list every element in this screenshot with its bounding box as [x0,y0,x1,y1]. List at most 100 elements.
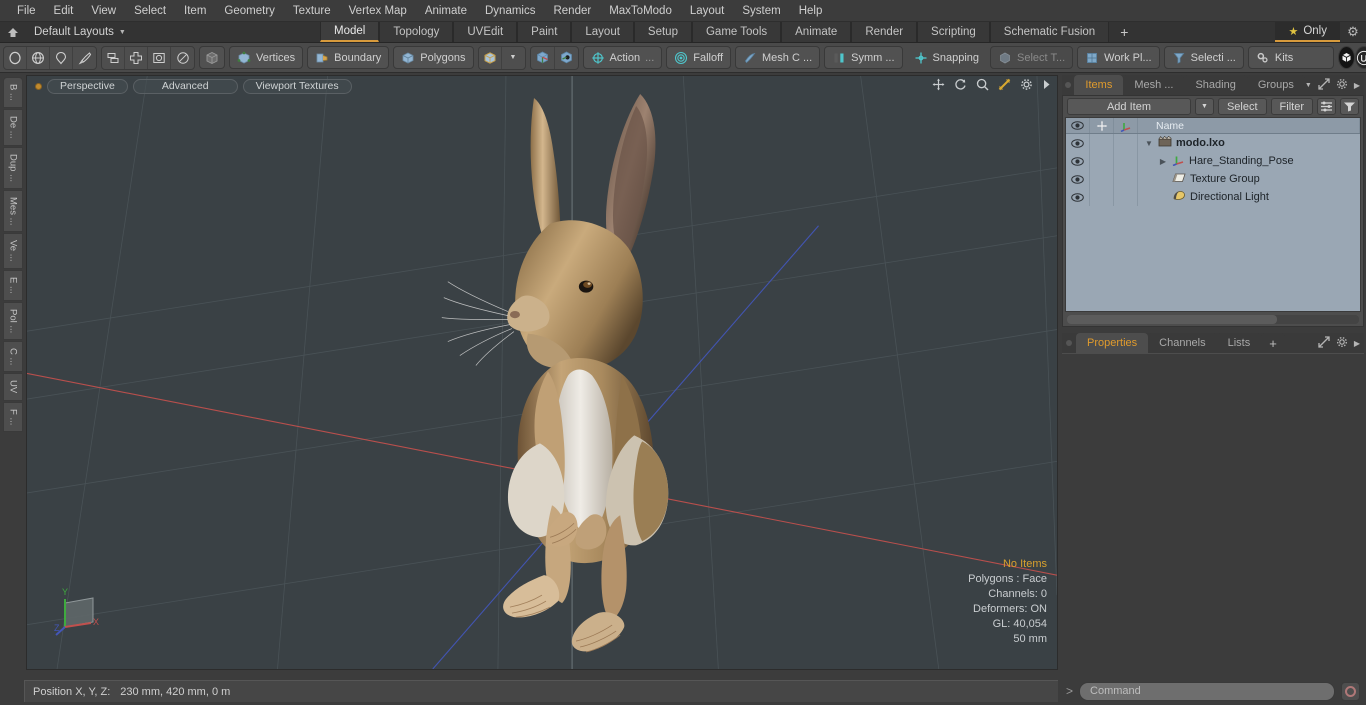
menu-item-select[interactable]: Select [125,0,175,22]
tab-uvedit[interactable]: UVEdit [453,22,518,42]
add-item-button[interactable]: Add Item [1067,98,1191,115]
visibility-toggle[interactable] [1066,134,1090,152]
axis-gizmo[interactable]: Y X Z [53,581,113,641]
layout-preset-dropdown[interactable]: Default Layouts ▼ [28,26,132,38]
3d-viewport[interactable]: Perspective Advanced Viewport Textures N… [26,75,1058,670]
viewport-shading-dropdown[interactable]: Advanced [132,78,238,94]
selection-set-button[interactable]: Selecti ... [1163,46,1244,69]
tab-paint[interactable]: Paint [517,22,572,42]
snap-pivot-icon[interactable] [531,46,555,69]
mesh-cube-icon[interactable] [199,46,225,69]
visibility-toggle[interactable] [1066,152,1090,170]
item-row-scene[interactable]: ▼ modo.lxo [1066,134,1360,152]
tab-render[interactable]: Render [851,22,918,42]
polygons-button[interactable]: Polygons [393,46,474,69]
vtab-duplicate[interactable]: Dup ... [3,146,23,189]
menu-item-item[interactable]: Item [175,0,215,22]
paint-select-icon[interactable] [73,47,96,69]
vtab-basic[interactable]: B ... [3,77,23,108]
funnel-icon[interactable] [1340,98,1359,115]
work-plane-button[interactable]: Work Pl... [1077,46,1160,69]
menu-item-system[interactable]: System [733,0,789,22]
menu-item-animate[interactable]: Animate [416,0,476,22]
item-mode-dropdown[interactable]: ▼ [502,47,525,69]
item-cube-icon[interactable] [479,46,502,69]
element-move-icon[interactable] [102,46,125,69]
gear-icon[interactable] [1020,78,1033,91]
home-icon[interactable] [4,24,22,40]
gear-icon[interactable]: ⚙ [1340,22,1366,42]
twisty-expanded-icon[interactable]: ▼ [1144,139,1154,148]
tab-scripting[interactable]: Scripting [917,22,990,42]
boundary-button[interactable]: Boundary [307,46,390,69]
circle-select-icon[interactable] [4,46,27,69]
select-button[interactable]: Select [1217,98,1267,115]
viewport-perspective-dropdown[interactable]: Perspective [47,78,128,94]
pan-icon[interactable] [932,78,945,91]
menu-item-file[interactable]: File [8,0,45,22]
tab-animate[interactable]: Animate [781,22,852,42]
symmetry-button[interactable]: Symm ... [824,46,903,69]
add-properties-tab-button[interactable]: + [1261,333,1285,353]
visibility-toggle[interactable] [1066,188,1090,206]
expand-icon[interactable] [1318,77,1330,93]
unreal-engine-icon[interactable] [1354,46,1366,69]
vtab-uv[interactable]: UV [3,373,23,401]
menu-item-edit[interactable]: Edit [45,0,83,22]
arrow-right-icon[interactable]: ▶ [1354,339,1360,348]
tab-game-tools[interactable]: Game Tools [691,22,782,42]
fit-icon[interactable] [998,78,1011,91]
viewport-textures-dropdown[interactable]: Viewport Textures [242,78,352,94]
modo-box-icon[interactable] [1337,46,1355,69]
record-icon[interactable] [1341,681,1360,701]
menu-item-maxtomodo[interactable]: MaxToModo [600,0,681,22]
only-toggle-button[interactable]: ★ Only [1275,22,1340,42]
add-item-dropdown[interactable]: ▼ [1194,98,1214,115]
tab-channels[interactable]: Channels [1148,333,1217,353]
vtab-polygon[interactable]: Pol ... [3,301,23,340]
item-row-directional-light[interactable]: Directional Light [1066,188,1360,206]
vtab-deform[interactable]: De ... [3,108,23,146]
filter-button[interactable]: Filter [1270,98,1313,115]
panel-menu-dot[interactable] [1062,75,1074,95]
element-box-icon[interactable] [148,46,171,69]
command-input[interactable] [1079,681,1335,701]
gear-icon[interactable] [1336,78,1348,93]
menu-item-dynamics[interactable]: Dynamics [476,0,544,22]
tab-mesh-ops[interactable]: Mesh ... [1123,75,1185,95]
viewport-active-dot[interactable] [35,82,42,90]
gear-icon[interactable] [1336,336,1348,351]
twisty-collapsed-icon[interactable]: ▶ [1158,157,1168,166]
tab-setup[interactable]: Setup [633,22,692,42]
menu-item-layout[interactable]: Layout [681,0,734,22]
menu-item-texture[interactable]: Texture [284,0,340,22]
panel-menu-dot[interactable] [1062,333,1076,353]
tab-lists[interactable]: Lists [1216,333,1262,353]
expand-icon[interactable] [1318,335,1330,351]
globe-select-icon[interactable] [27,46,50,69]
add-tab-button[interactable]: + [1109,22,1140,42]
tab-layout[interactable]: Layout [571,22,634,42]
menu-item-render[interactable]: Render [544,0,600,22]
tab-schematic-fusion[interactable]: Schematic Fusion [989,22,1110,42]
select-through-button[interactable]: Select T... [990,46,1074,69]
tab-properties[interactable]: Properties [1076,333,1149,353]
menu-item-geometry[interactable]: Geometry [215,0,284,22]
element-add-icon[interactable] [125,46,148,69]
vtab-mesh-edit[interactable]: Mes ... [3,189,23,233]
falloff-button[interactable]: Falloff [666,46,732,69]
action-center-button[interactable]: Action ... [582,46,663,69]
list-config-icon[interactable] [1317,98,1336,115]
zoom-icon[interactable] [976,78,989,91]
vtab-edge[interactable]: E ... [3,269,23,301]
tab-items[interactable]: Items [1074,75,1124,95]
item-scene[interactable]: ▼ modo.lxo [1138,135,1360,150]
menu-item-view[interactable]: View [82,0,125,22]
visibility-toggle[interactable] [1066,170,1090,188]
menu-item-vertex-map[interactable]: Vertex Map [340,0,416,22]
item-list[interactable]: Name ▼ modo.lxo ▶ Hare_Standing_Pose Tex… [1065,117,1361,312]
snap-center-icon[interactable] [555,47,578,69]
item-directional-light[interactable]: Directional Light [1138,190,1360,204]
vtab-vertex[interactable]: Ve ... [3,233,23,269]
snapping-button[interactable]: Snapping [907,46,987,69]
